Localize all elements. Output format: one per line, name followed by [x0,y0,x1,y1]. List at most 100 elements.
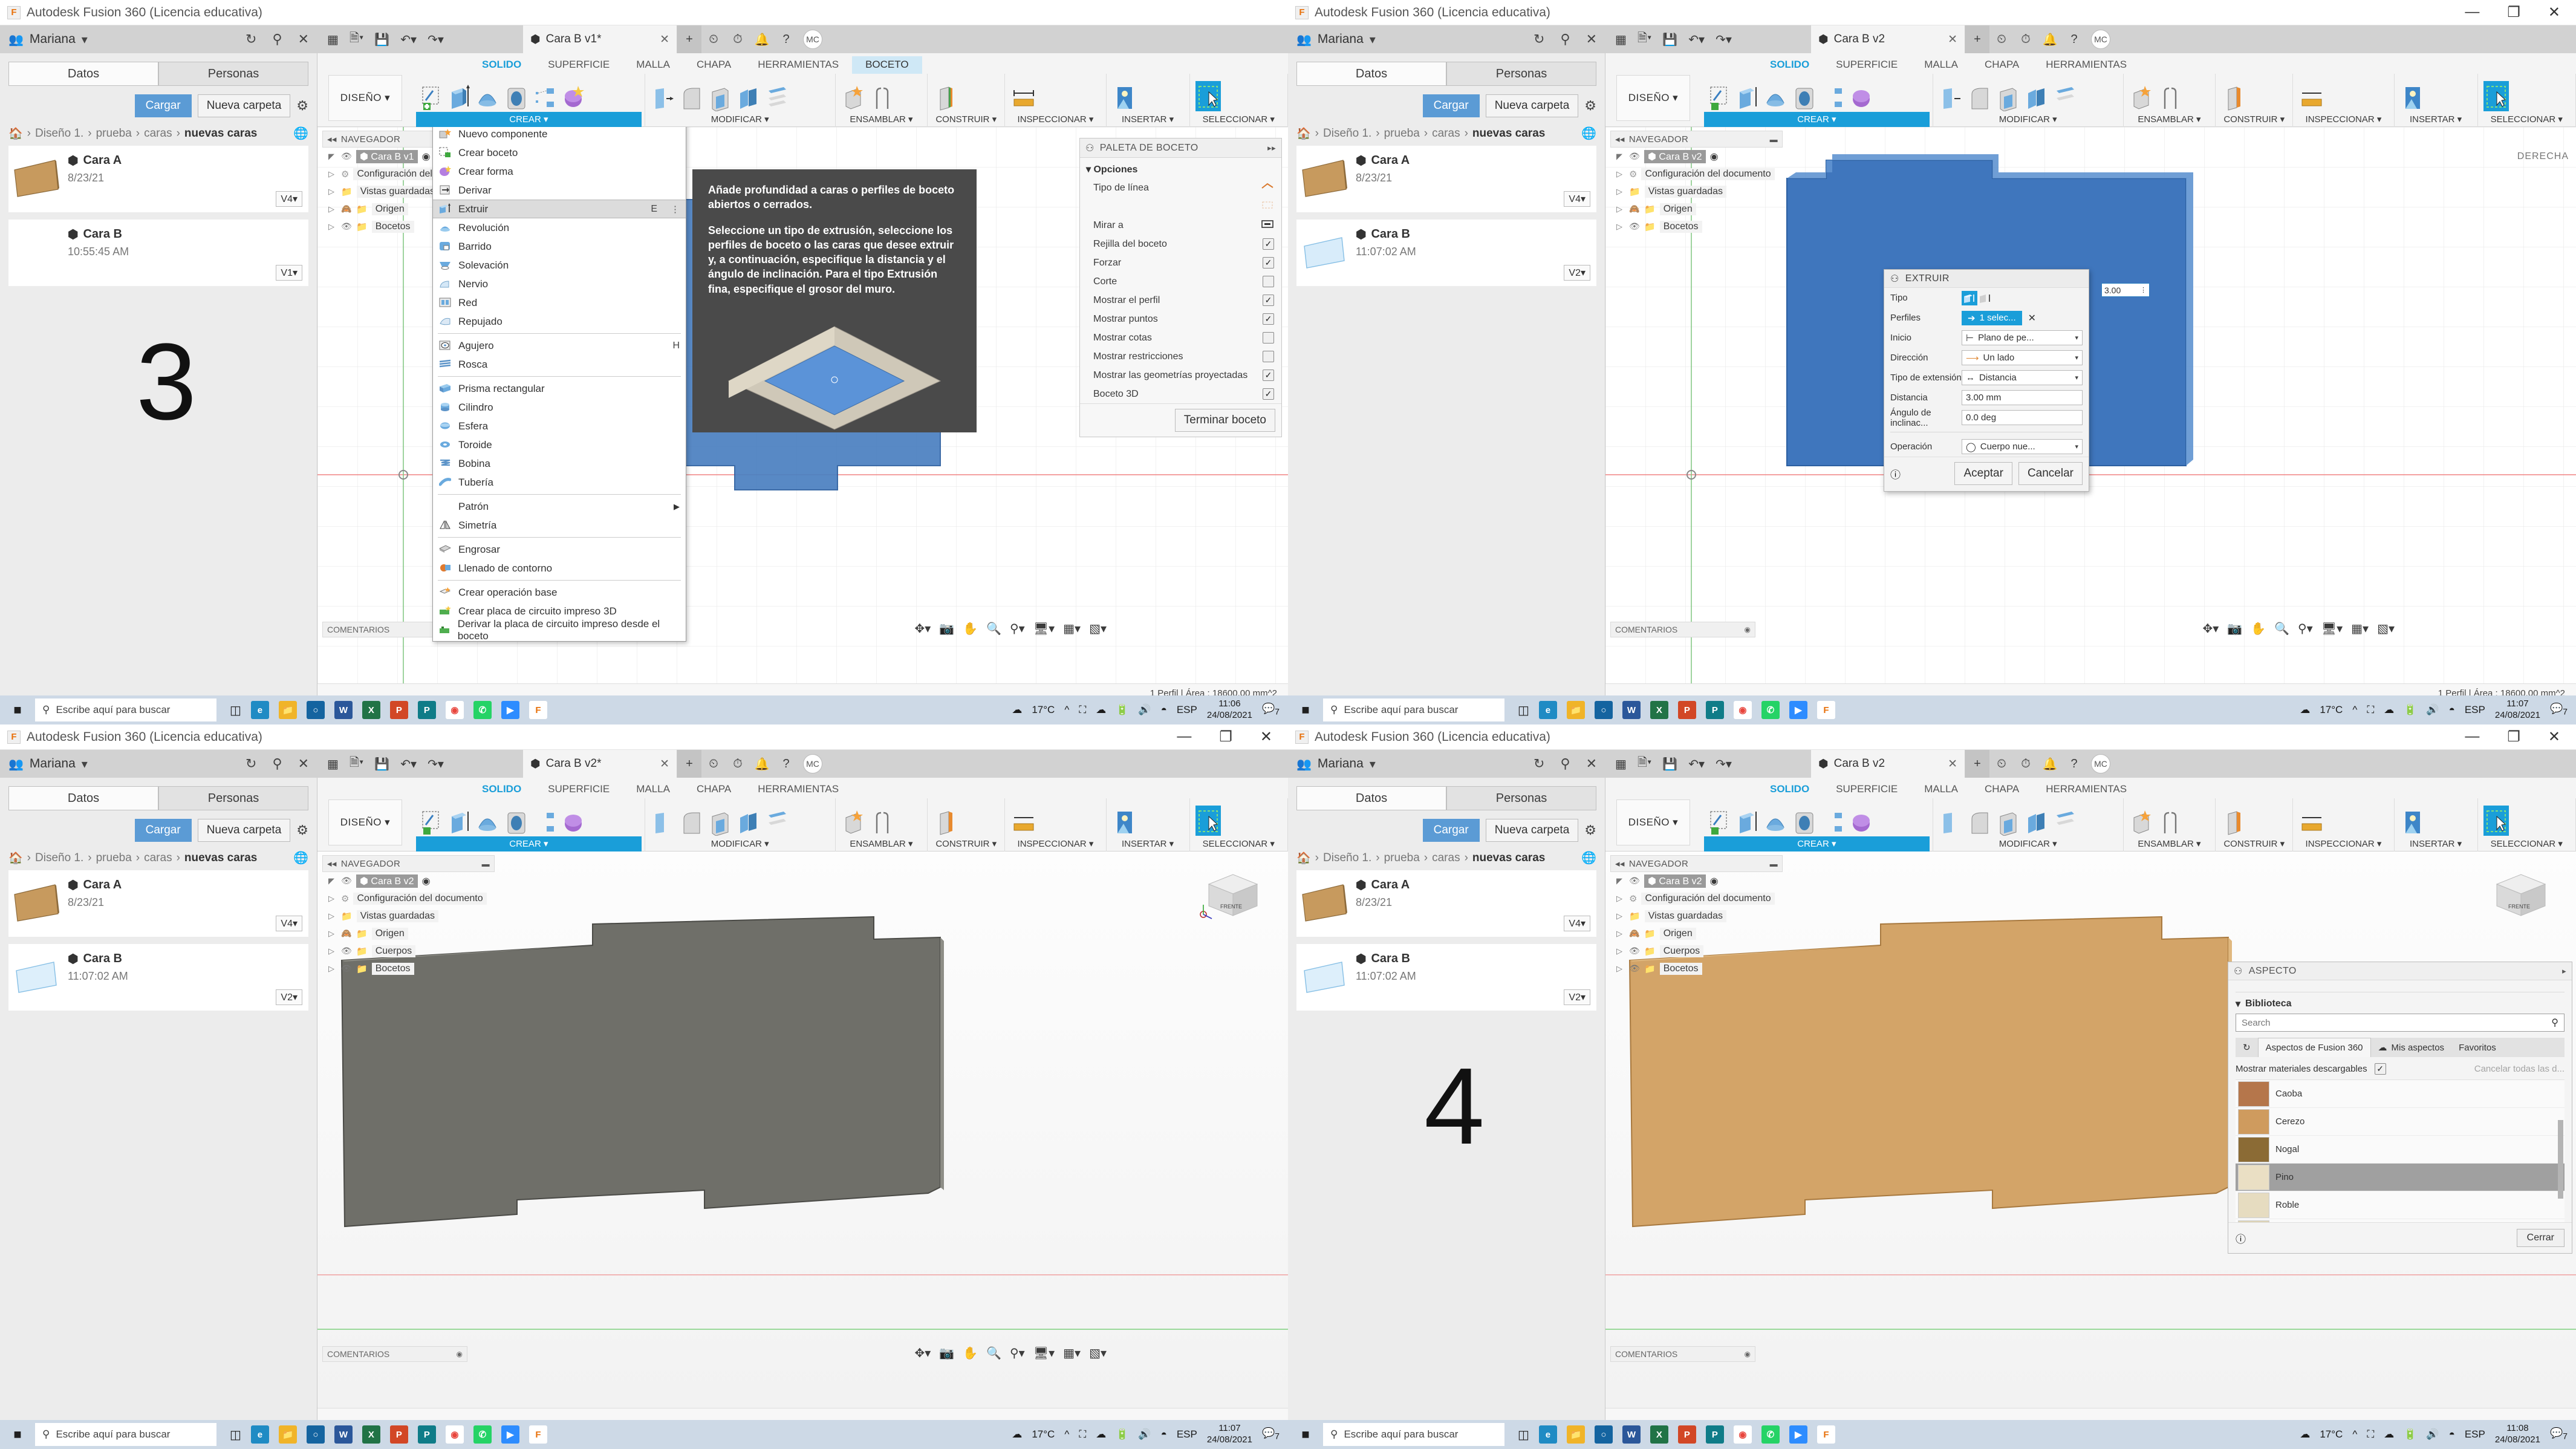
file-explorer-icon[interactable]: 📁 [1567,1425,1585,1444]
close-icon[interactable]: ✕ [660,757,669,771]
combine-tool[interactable] [736,806,761,836]
redo-icon[interactable]: ↷▾ [428,32,444,47]
document-tab[interactable]: ⬢ Cara B v2* ✕ [523,750,677,778]
joint-tool[interactable] [2158,81,2183,111]
ribbon-group-inspeccionar[interactable]: INSPECCIONAR ▾ [2296,112,2390,127]
grid-apps-icon[interactable]: ▦ [1615,757,1627,772]
eye-icon[interactable]: 👁 [341,221,352,232]
sweep-tool[interactable] [1792,806,1817,836]
overflow-icon[interactable]: ⋮ [671,204,680,215]
weather-icon[interactable]: ☁ [2300,704,2310,716]
list-item[interactable]: ⬢Cara A 8/23/21 V4▾ [8,146,308,212]
accept-button[interactable]: Aceptar [1954,462,2012,485]
tab-datos[interactable]: Datos [1296,62,1446,86]
operacion-combo[interactable]: ◯Cuerpo nue...▾ [1962,439,2083,454]
zoom-window-icon[interactable]: ⚲▾ [1010,1346,1025,1361]
close-panel-icon[interactable]: ✕ [1586,756,1597,772]
grid-snaps-icon[interactable]: ▦▾ [1063,621,1081,636]
version-badge[interactable]: V4▾ [1564,916,1590,931]
publisher-icon[interactable]: P [1706,701,1724,719]
zoom-icon[interactable]: 🔍 [986,621,1001,636]
extrude-tool[interactable] [1735,806,1760,836]
menu-item-agujero[interactable]: AgujeroH [433,336,686,355]
create-form-tool[interactable] [561,806,586,836]
show-hidden-icons[interactable]: ^ [2352,704,2357,716]
minimize-icon[interactable]: ◉ [457,1350,463,1358]
list-item[interactable]: Roble [2236,1191,2565,1219]
menu-item-patron[interactable]: Patrón▶ [433,497,686,516]
tab-favoritos[interactable]: Favoritos [2451,1038,2503,1057]
breadcrumb-item-3[interactable]: nuevas caras [1472,127,1545,140]
search-input[interactable]: ⚲ Escribe aquí para buscar [35,698,216,721]
save-icon[interactable]: 💾 [1662,757,1677,772]
tab-personas[interactable]: Personas [158,786,308,810]
word-icon[interactable]: W [334,701,353,719]
list-item[interactable]: ⬢Cara B 10:55:45 AM V1▾ [8,220,308,286]
ribbon-group-insertar[interactable]: INSERTAR ▾ [2398,112,2474,127]
scrollbar[interactable] [2558,1120,2563,1199]
dell-icon[interactable]: ○ [1595,1425,1613,1444]
nav-item-origin[interactable]: ▷🙈📁Origen [1610,925,1783,942]
list-item[interactable]: Cerezo [2236,1108,2565,1136]
zoom-window-icon[interactable]: ⚲▾ [1010,621,1025,636]
palette-row-tipo-de-linea[interactable]: Tipo de línea [1080,178,1281,197]
undo-icon[interactable]: ↶▾ [1688,757,1705,772]
new-folder-button[interactable]: Nueva carpeta [1486,819,1579,842]
job-status-icon[interactable]: ⏲ [701,25,726,53]
look-at-icon[interactable]: 📷 [939,1346,954,1361]
ribbon-group-ensamblar[interactable]: ENSAMBLAR ▾ [2127,112,2213,127]
viewport[interactable]: DERECHA ◂◂ NAVEGADOR ▬ ◤ 👁 ⬢ Cara B v1 ◉… [317,127,1288,683]
dell-icon[interactable]: ○ [307,1425,325,1444]
new-tab-button[interactable]: + [677,25,701,53]
maximize-button[interactable]: ❐ [2507,728,2520,746]
new-component-tool[interactable] [841,806,867,836]
menu-item-derivar[interactable]: Derivar [433,181,686,200]
list-item[interactable]: Caoba [2236,1080,2565,1108]
whatsapp-icon[interactable]: ✆ [1761,1425,1780,1444]
upload-button[interactable]: Cargar [1423,819,1480,842]
select-tool[interactable] [2483,81,2509,111]
notifications-icon[interactable]: 💬7 [2550,703,2568,717]
wifi-icon[interactable]: ◓ [2449,1428,2455,1441]
version-badge[interactable]: V4▾ [276,916,302,931]
eye-off-icon[interactable]: 🙈 [1629,204,1640,214]
joint-tool[interactable] [870,806,895,836]
ribbon-tab-solido[interactable]: SOLIDO [469,56,535,74]
new-tab-button[interactable]: + [1965,25,1989,53]
save-icon[interactable]: 💾 [374,757,389,772]
close-panel-icon[interactable]: ✕ [298,31,309,47]
search-input[interactable]: ⚲ Escribe aquí para buscar [1323,1423,1504,1446]
grid-apps-icon[interactable]: ▦ [1615,32,1627,47]
globe-icon[interactable]: 🌐 [293,850,308,865]
select-tool[interactable] [1195,806,1221,836]
new-component-tool[interactable] [2129,81,2155,111]
sketch-palette[interactable]: ⚇ PALETA DE BOCETO ▸▸ ▾ Opciones Tipo de… [1079,138,1282,437]
upload-button[interactable]: Cargar [135,94,192,117]
create-sketch-tool[interactable] [1706,81,1732,111]
volume-icon[interactable]: 🔊 [2426,1428,2439,1441]
minimize-icon[interactable]: ▬ [1770,135,1778,144]
insert-image-tool[interactable] [1112,806,1137,836]
redo-icon[interactable]: ↷▾ [1716,32,1732,47]
version-badge[interactable]: V4▾ [276,191,302,207]
pan-icon[interactable]: ✋ [963,621,978,636]
library-section-title[interactable]: ▾ Biblioteca [2228,992,2572,1014]
powerpoint-icon[interactable]: P [390,701,408,719]
job-status-icon[interactable]: ⏲ [701,750,726,778]
expand-icon[interactable]: ◤ [328,152,337,161]
ribbon-tab-chapa[interactable]: CHAPA [1971,781,2032,798]
redo-icon[interactable]: ↷▾ [428,757,444,772]
breadcrumb-item-2[interactable]: caras [1432,127,1460,140]
ribbon-group-seleccionar[interactable]: SELECCIONAR ▾ [2481,112,2572,127]
display-settings-icon[interactable]: 🖥▾ [2321,621,2343,636]
chevron-down-icon[interactable]: ▾ [82,32,88,47]
new-folder-button[interactable]: Nueva carpeta [198,94,291,117]
checkbox[interactable]: ✓ [1263,257,1274,269]
list-item[interactable] [2236,1219,2565,1222]
combine-tool[interactable] [736,81,761,111]
search-icon[interactable]: ⚲ [2551,1017,2558,1029]
powerpoint-icon[interactable]: P [1678,1425,1696,1444]
zoom-app-icon[interactable]: ▶ [1789,701,1807,719]
construction-icon[interactable] [1261,200,1274,213]
menu-item-esfera[interactable]: Esfera [433,417,686,435]
